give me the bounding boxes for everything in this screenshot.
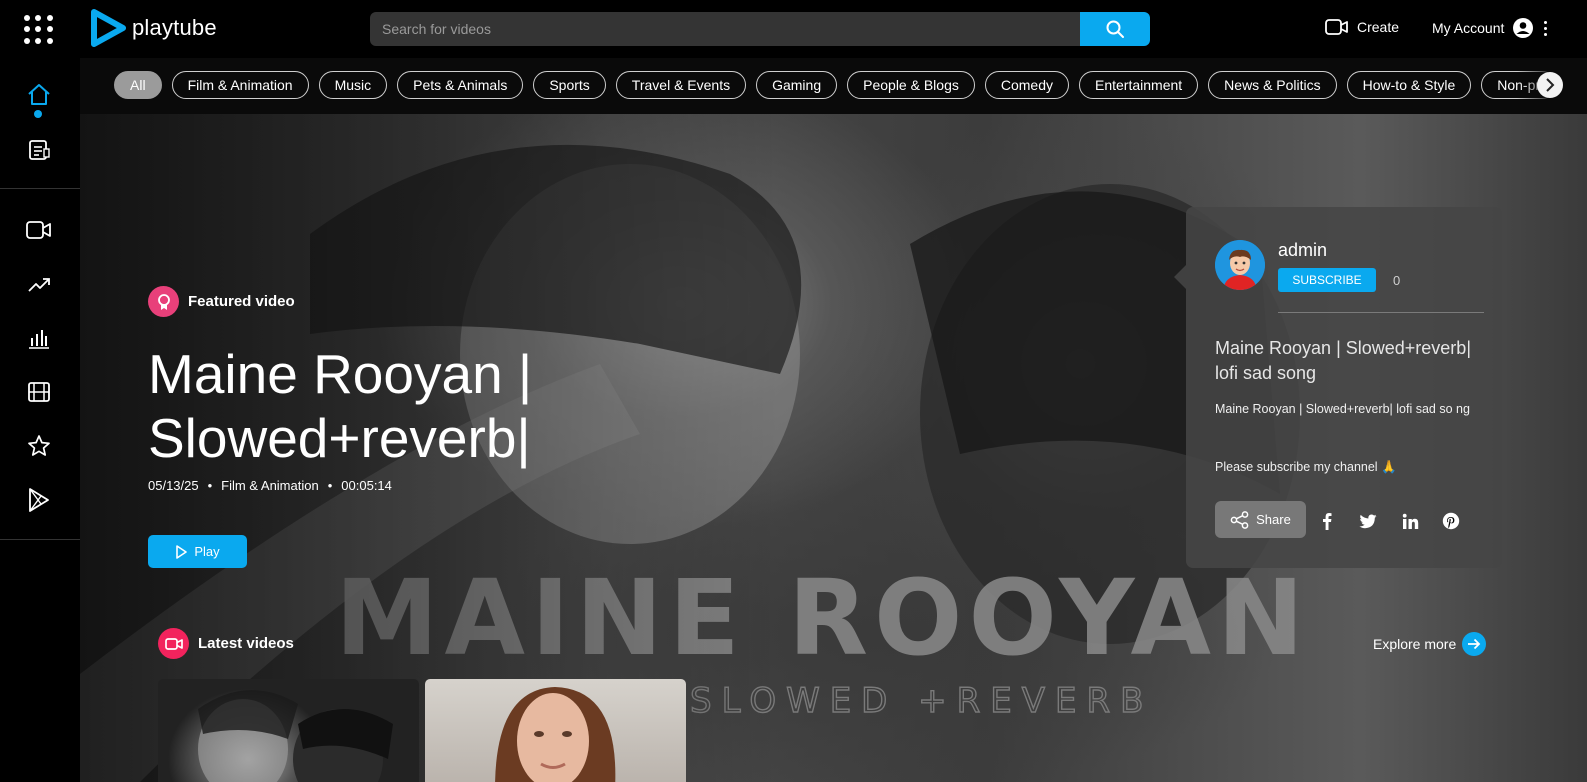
channel-card: admin SUBSCRIBE 0 Maine Rooyan | Slowed+… [1174, 207, 1502, 568]
account-label: My Account [1432, 20, 1505, 36]
user-circle-icon [1513, 18, 1534, 38]
card-video-description: Maine Rooyan | Slowed+reverb| lofi sad s… [1215, 402, 1470, 416]
featured-meta: 05/13/25 • Film & Animation • 00:05:14 [148, 478, 392, 493]
logo-text: playtube [132, 15, 217, 40]
sidebar-divider [0, 188, 80, 189]
category-chip[interactable]: Comedy [984, 71, 1069, 99]
create-label: Create [1357, 19, 1400, 35]
latest-videos-heading: Latest videos [158, 628, 294, 659]
home-icon[interactable] [24, 80, 54, 110]
arrow-right-icon [1462, 632, 1487, 656]
videos-icon[interactable] [24, 215, 54, 245]
active-indicator [34, 110, 42, 118]
search-button[interactable] [1080, 12, 1150, 46]
featured-date: 05/13/25 [148, 478, 199, 493]
trending-icon[interactable] [24, 269, 54, 299]
explore-more-label: Explore more [1373, 636, 1457, 652]
explore-more-link[interactable]: Explore more [1373, 632, 1487, 656]
play-logo-icon [91, 9, 126, 47]
facebook-icon[interactable] [1317, 511, 1337, 531]
subscriptions-icon[interactable] [24, 135, 54, 165]
thumbnail-art [495, 687, 616, 782]
more-options-icon[interactable] [1544, 20, 1548, 36]
film-icon[interactable] [24, 377, 54, 407]
category-chip[interactable]: Pets & Animals [397, 71, 524, 99]
play-icon [176, 544, 188, 559]
category-list: All Film & Animation Music Pets & Animals Sp… [114, 71, 1557, 99]
create-button[interactable]: Create [1325, 18, 1399, 36]
share-icon [1230, 510, 1249, 529]
twitter-icon[interactable] [1358, 511, 1378, 531]
featured-label: Featured video [188, 293, 295, 310]
channel-name[interactable]: admin [1278, 240, 1327, 261]
featured-hero: MAINE ROOYAN SLOWED +REVERB Featured vid… [80, 114, 1587, 782]
left-sidebar [0, 58, 80, 782]
search-bar [370, 12, 1150, 46]
category-chip[interactable]: All [114, 71, 162, 99]
category-chip[interactable]: Sports [533, 71, 606, 99]
share-label: Share [1256, 512, 1291, 527]
star-icon[interactable] [24, 431, 54, 461]
category-chip[interactable]: Gaming [756, 71, 838, 99]
playtube-logo[interactable]: playtube [90, 9, 217, 47]
top-chart-icon[interactable] [24, 323, 54, 353]
video-thumbnail[interactable] [425, 679, 686, 782]
featured-title[interactable]: Maine Rooyan | Slowed+reverb| [148, 342, 708, 470]
category-chip[interactable]: Travel & Events [615, 71, 747, 99]
search-icon [1106, 20, 1124, 38]
linkedin-icon[interactable] [1400, 511, 1420, 531]
category-chip[interactable]: Music [318, 71, 388, 99]
featured-category[interactable]: Film & Animation [221, 478, 319, 493]
chevron-right-icon[interactable] [1537, 72, 1563, 98]
top-header: playtube Create My Account [0, 0, 1587, 58]
avatar[interactable] [1215, 240, 1265, 290]
pinterest-icon[interactable] [1441, 511, 1461, 531]
card-divider [1278, 312, 1484, 313]
category-chip[interactable]: Entertainment [1079, 71, 1199, 99]
award-icon [148, 286, 179, 317]
latest-videos-label: Latest videos [198, 635, 294, 652]
category-bar: All Film & Animation Music Pets & Animals Sp… [80, 58, 1587, 114]
featured-duration: 00:05:14 [341, 478, 392, 493]
share-button[interactable]: Share [1215, 501, 1306, 538]
subscribe-button[interactable]: SUBSCRIBE [1278, 268, 1376, 292]
play-store-icon[interactable] [24, 485, 54, 515]
category-chip[interactable]: How-to & Style [1346, 71, 1472, 99]
apps-grid-icon[interactable] [24, 15, 54, 45]
featured-badge: Featured video [148, 286, 295, 317]
meta-separator: • [327, 478, 333, 493]
play-label: Play [194, 544, 220, 559]
sidebar-divider [0, 539, 80, 540]
category-chip[interactable]: Film & Animation [171, 71, 309, 99]
video-camera-icon [1325, 19, 1348, 35]
card-video-note: Please subscribe my channel 🙏 [1215, 460, 1397, 474]
play-button[interactable]: Play [148, 535, 247, 568]
category-chip[interactable]: People & Blogs [847, 71, 975, 99]
card-notch [1174, 265, 1186, 289]
video-thumbnail[interactable] [158, 679, 419, 782]
search-input[interactable] [370, 12, 1080, 46]
meta-separator: • [207, 478, 213, 493]
category-chip[interactable]: News & Politics [1208, 71, 1337, 99]
subscriber-count: 0 [1393, 273, 1401, 288]
my-account-button[interactable]: My Account [1432, 17, 1548, 39]
card-video-title[interactable]: Maine Rooyan | Slowed+reverb| lofi sad s… [1215, 336, 1483, 386]
video-camera-icon [158, 628, 189, 659]
thumbnail-art [198, 690, 393, 782]
